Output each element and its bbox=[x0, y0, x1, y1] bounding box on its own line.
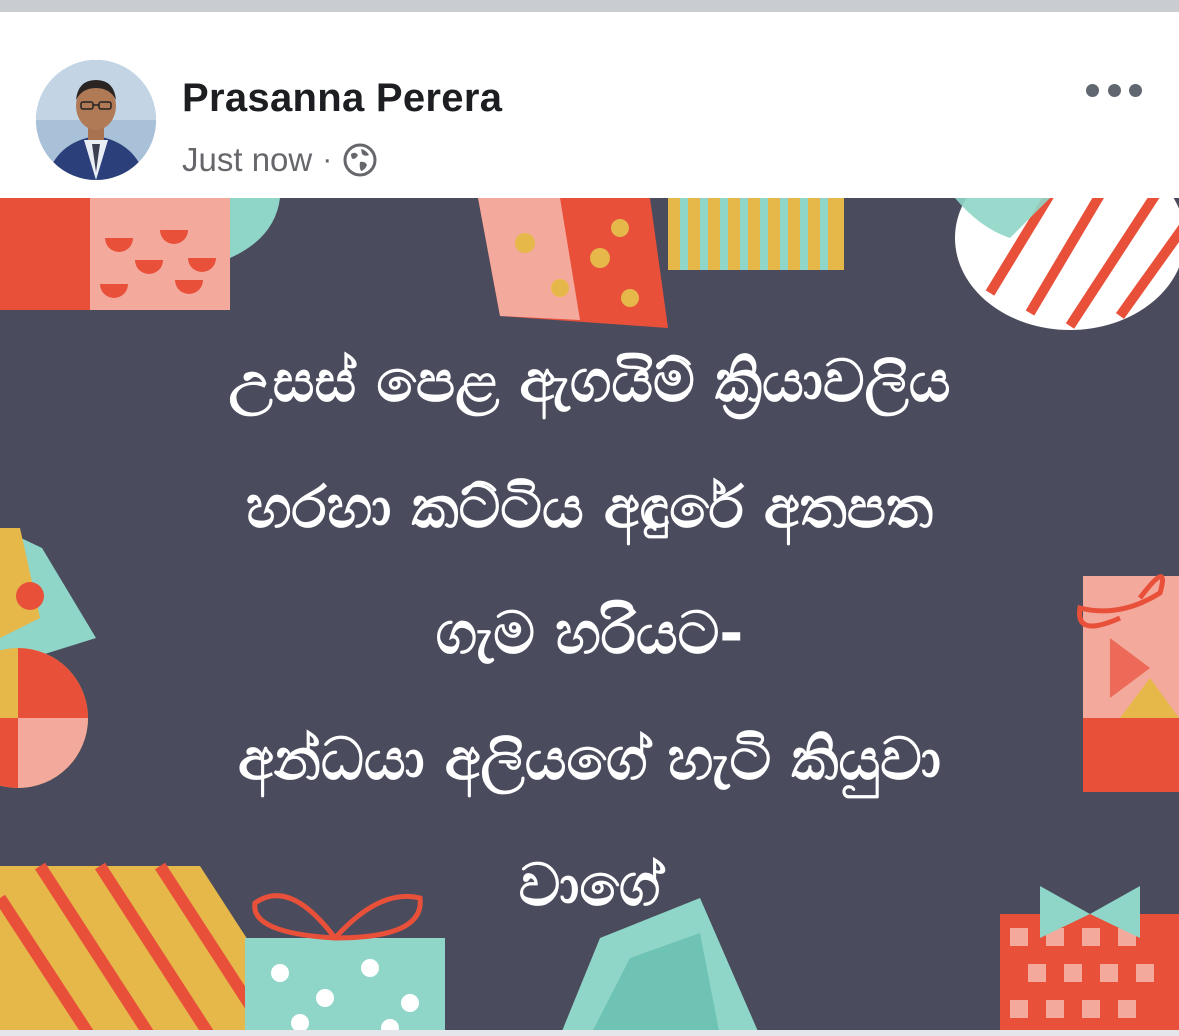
post-header: Prasanna Perera Just now · bbox=[0, 12, 1179, 198]
meta-separator: · bbox=[322, 143, 333, 176]
top-divider bbox=[0, 0, 1179, 12]
caption-line-2: හරහා කට්ටිය අඳුරේ අතපත bbox=[245, 473, 934, 541]
image-caption: උසස් පෙළ ඇගයිම් ක්‍රියාවලිය හරහා කට්ටිය … bbox=[0, 318, 1179, 948]
bottom-divider bbox=[0, 1030, 1179, 1036]
caption-line-1: උසස් පෙළ ඇගයිම් ක්‍රියාවලිය bbox=[228, 347, 951, 415]
caption-line-3: ගැම හරියට- bbox=[435, 599, 744, 667]
post-image[interactable]: උසස් පෙළ ඇගයිම් ක්‍රියාවලිය හරහා කට්ටිය … bbox=[0, 198, 1179, 1036]
author-name[interactable]: Prasanna Perera bbox=[182, 76, 502, 121]
globe-icon[interactable] bbox=[342, 142, 378, 178]
avatar[interactable] bbox=[36, 60, 156, 180]
post-timestamp[interactable]: Just now bbox=[182, 141, 312, 179]
caption-line-4: අන්ධයා අලියගේ හැටි කියුවා bbox=[238, 725, 941, 793]
caption-line-5: වාගේ bbox=[518, 851, 661, 919]
post-meta: Just now · bbox=[182, 140, 378, 180]
more-options-icon[interactable] bbox=[1086, 76, 1142, 104]
